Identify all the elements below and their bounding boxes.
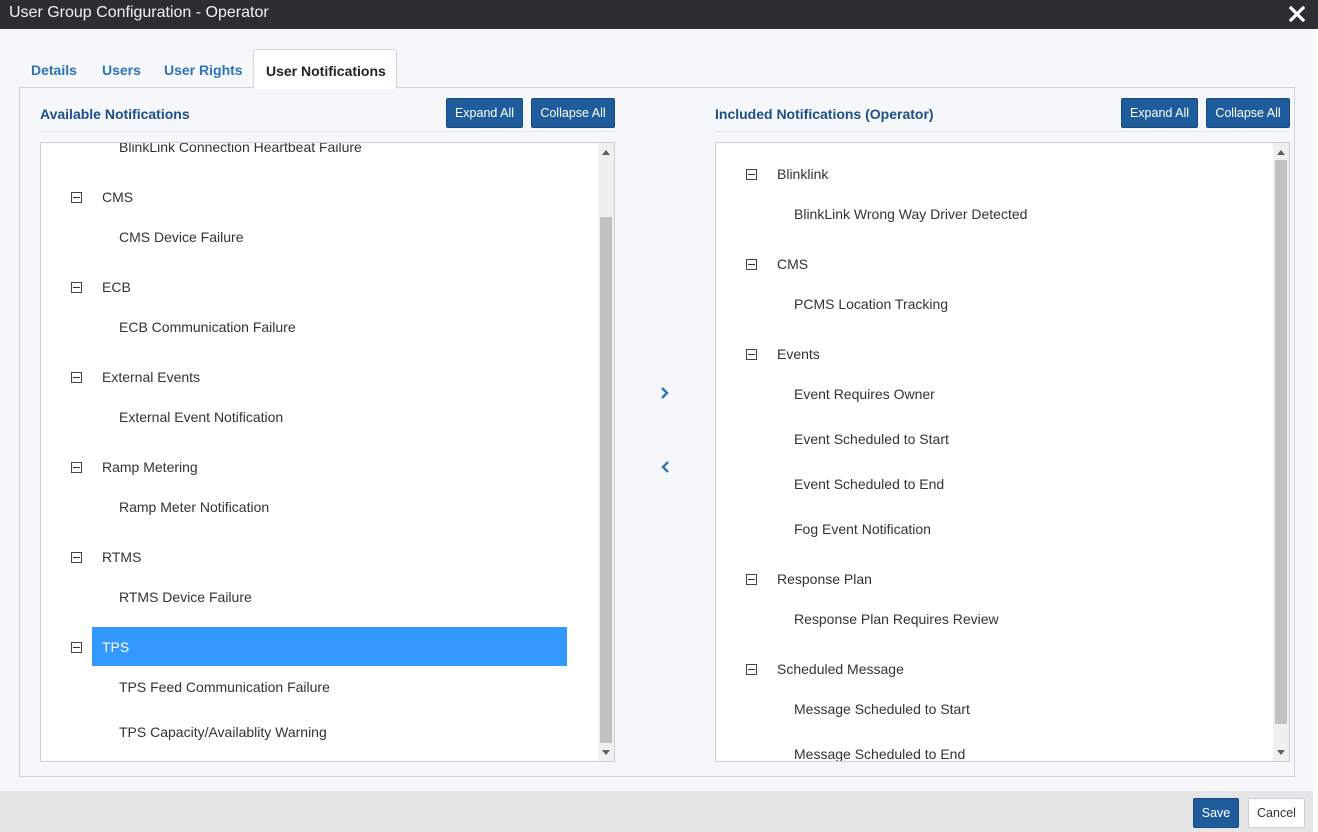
add-notification-button[interactable] xyxy=(655,383,675,403)
item-label: TPS Feed Communication Failure xyxy=(119,679,330,695)
collapse-icon[interactable] xyxy=(746,258,757,270)
scroll-down-arrow-icon[interactable] xyxy=(1277,750,1285,755)
scrollbar-thumb[interactable] xyxy=(1275,160,1287,724)
item-label: CMS Device Failure xyxy=(119,229,244,245)
group-label: RTMS xyxy=(102,549,142,565)
tab-users[interactable]: Users xyxy=(90,49,153,88)
available-collapse-all-button[interactable]: Collapse All xyxy=(531,98,615,128)
close-icon[interactable] xyxy=(1286,3,1308,25)
collapse-icon[interactable] xyxy=(746,168,757,180)
list-item[interactable]: Ramp Meter Notification xyxy=(41,487,601,527)
list-item[interactable]: CMS Device Failure xyxy=(41,217,601,257)
list-item[interactable]: Event Requires Owner xyxy=(716,374,1276,414)
tree-group-tps[interactable]: TPS xyxy=(41,627,601,667)
save-button[interactable]: Save xyxy=(1193,798,1239,828)
tree-group-external-events[interactable]: External Events xyxy=(41,357,601,397)
tab-user-rights[interactable]: User Rights xyxy=(152,49,255,88)
group-label: External Events xyxy=(102,369,201,385)
section-divider xyxy=(40,131,615,132)
item-label: RTMS Device Failure xyxy=(119,589,252,605)
scroll-up-arrow-icon[interactable] xyxy=(602,150,610,155)
included-collapse-all-button[interactable]: Collapse All xyxy=(1206,98,1290,128)
list-item[interactable]: BlinkLink Wrong Way Driver Detected xyxy=(716,194,1276,234)
scroll-down-arrow-icon[interactable] xyxy=(602,750,610,755)
tree-group-cms[interactable]: CMS xyxy=(716,244,1276,284)
section-divider xyxy=(715,131,1290,132)
group-label: Ramp Metering xyxy=(102,459,198,475)
tree-group-cms[interactable]: CMS xyxy=(41,177,601,217)
item-label: Message Scheduled to End xyxy=(794,746,966,762)
collapse-icon[interactable] xyxy=(746,663,757,675)
remove-notification-button[interactable] xyxy=(655,457,675,477)
group-label: Scheduled Message xyxy=(777,661,904,677)
tree-group-rtms[interactable]: RTMS xyxy=(41,537,601,577)
item-label: BlinkLink Connection Heartbeat Failure xyxy=(119,142,362,155)
included-expand-all-button[interactable]: Expand All xyxy=(1121,98,1198,128)
group-label: Events xyxy=(777,346,820,362)
collapse-icon[interactable] xyxy=(71,641,82,653)
available-expand-all-button[interactable]: Expand All xyxy=(446,98,523,128)
chevron-right-icon xyxy=(661,387,669,399)
list-item[interactable]: Event Scheduled to Start xyxy=(716,419,1276,459)
item-label: Event Scheduled to End xyxy=(794,476,945,492)
list-item[interactable]: RTMS Device Failure xyxy=(41,577,601,617)
available-notifications-title: Available Notifications xyxy=(40,106,190,122)
tree-group-ecb[interactable]: ECB xyxy=(41,267,601,307)
list-item[interactable]: Message Scheduled to End xyxy=(716,734,1276,762)
tab-details[interactable]: Details xyxy=(19,49,89,88)
list-item[interactable]: External Event Notification xyxy=(41,397,601,437)
group-label: TPS xyxy=(102,639,130,655)
collapse-icon[interactable] xyxy=(71,371,82,383)
list-item[interactable]: Fog Event Notification xyxy=(716,509,1276,549)
item-label: Event Scheduled to Start xyxy=(794,431,949,447)
group-label: Response Plan xyxy=(777,571,872,587)
list-item[interactable]: Response Plan Requires Review xyxy=(716,599,1276,639)
group-label: Blinklink xyxy=(777,166,829,182)
list-item[interactable]: Message Scheduled to Start xyxy=(716,689,1276,729)
collapse-icon[interactable] xyxy=(71,281,82,293)
tree-group-response-plan[interactable]: Response Plan xyxy=(716,559,1276,599)
available-scrollbar[interactable] xyxy=(598,143,614,761)
tree-group-scheduled-message[interactable]: Scheduled Message xyxy=(716,649,1276,689)
collapse-icon[interactable] xyxy=(71,191,82,203)
window-edge xyxy=(1313,29,1318,832)
tree-group-events[interactable]: Events xyxy=(716,334,1276,374)
list-item[interactable]: TPS Feed Communication Failure xyxy=(41,667,601,707)
item-label: External Event Notification xyxy=(119,409,284,425)
item-label: TPS Capacity/Availablity Warning xyxy=(119,724,327,740)
list-item[interactable]: Event Scheduled to End xyxy=(716,464,1276,504)
tree-group-ramp-metering[interactable]: Ramp Metering xyxy=(41,447,601,487)
group-label: ECB xyxy=(102,279,131,295)
collapse-icon[interactable] xyxy=(71,461,82,473)
cancel-button[interactable]: Cancel xyxy=(1248,798,1305,828)
dialog-titlebar: User Group Configuration - Operator xyxy=(0,0,1318,29)
included-scrollbar[interactable] xyxy=(1273,143,1289,761)
item-label: Ramp Meter Notification xyxy=(119,499,270,515)
list-item[interactable]: BlinkLink Connection Heartbeat Failure xyxy=(41,142,601,167)
available-notifications-list: BlinkLink Connection Heartbeat Failure C… xyxy=(40,142,615,762)
collapse-icon[interactable] xyxy=(746,573,757,585)
tab-user-notifications[interactable]: User Notifications xyxy=(253,49,397,89)
item-label: Event Requires Owner xyxy=(794,386,935,402)
group-label: CMS xyxy=(777,256,809,272)
item-label: ECB Communication Failure xyxy=(119,319,296,335)
item-label: BlinkLink Wrong Way Driver Detected xyxy=(794,206,1028,222)
scroll-up-arrow-icon[interactable] xyxy=(1277,150,1285,155)
chevron-left-icon xyxy=(661,461,669,473)
included-notifications-list: Blinklink BlinkLink Wrong Way Driver Det… xyxy=(715,142,1290,762)
item-label: Response Plan Requires Review xyxy=(794,611,999,627)
scrollbar-thumb[interactable] xyxy=(600,217,612,743)
item-label: Message Scheduled to Start xyxy=(794,701,970,717)
group-label: CMS xyxy=(102,189,134,205)
included-notifications-title: Included Notifications (Operator) xyxy=(715,106,934,122)
item-label: PCMS Location Tracking xyxy=(794,296,949,312)
dialog-title: User Group Configuration - Operator xyxy=(9,4,269,21)
list-item[interactable]: ECB Communication Failure xyxy=(41,307,601,347)
tree-group-blinklink[interactable]: Blinklink xyxy=(716,154,1276,194)
item-label: Fog Event Notification xyxy=(794,521,931,537)
collapse-icon[interactable] xyxy=(746,348,757,360)
list-item[interactable]: TPS Capacity/Availablity Warning xyxy=(41,712,601,752)
list-item[interactable]: PCMS Location Tracking xyxy=(716,284,1276,324)
collapse-icon[interactable] xyxy=(71,551,82,563)
